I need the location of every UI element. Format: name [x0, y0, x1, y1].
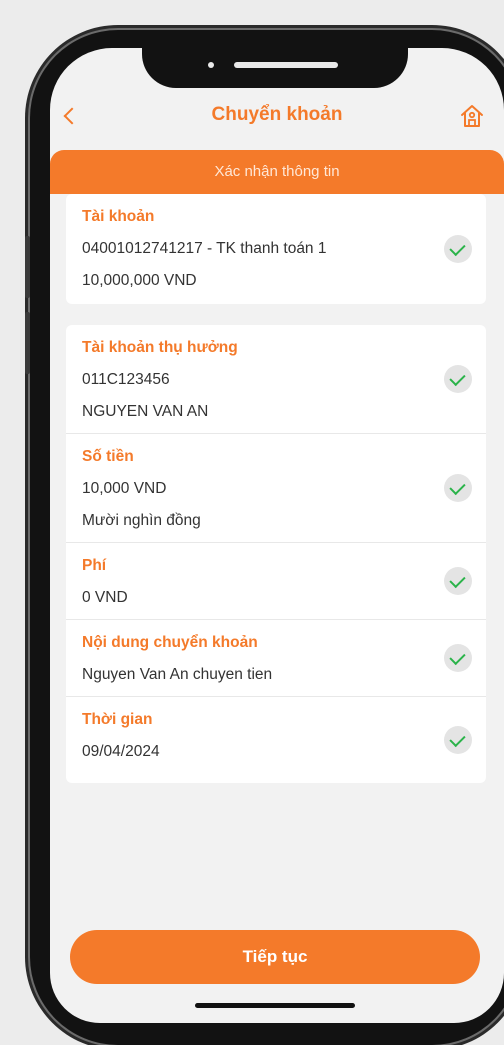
- amount-label: Số tiền: [82, 448, 134, 465]
- check-icon: [444, 235, 472, 263]
- check-icon: [444, 726, 472, 754]
- check-icon: [444, 567, 472, 595]
- beneficiary-row: Tài khoản thụ hưởng 011C123456 NGUYEN VA…: [66, 325, 486, 433]
- content-row: Nội dung chuyển khoản Nguyen Van An chuy…: [66, 619, 486, 696]
- section-banner: Xác nhận thông tin: [50, 150, 504, 194]
- beneficiary-account: 011C123456: [82, 371, 170, 388]
- time-row: Thời gian 09/04/2024: [66, 696, 486, 783]
- home-indicator: [195, 1003, 355, 1008]
- amount-in-words: Mười nghìn đồng: [82, 512, 201, 529]
- amount-row: Số tiền 10,000 VND Mười nghìn đồng: [66, 433, 486, 542]
- check-icon: [444, 474, 472, 502]
- content-label: Nội dung chuyển khoản: [82, 634, 258, 651]
- continue-button[interactable]: Tiếp tục: [70, 930, 480, 984]
- account-balance: 10,000,000 VND: [82, 272, 197, 289]
- app-screen: Chuyển khoản Xác nhận thông tin Tài khoả…: [50, 48, 504, 1023]
- time-value: 09/04/2024: [82, 743, 160, 760]
- home-icon[interactable]: [458, 102, 486, 130]
- fee-label: Phí: [82, 557, 107, 574]
- account-label: Tài khoản: [82, 208, 155, 225]
- speaker-bar: [234, 62, 338, 68]
- fee-value: 0 VND: [82, 589, 128, 606]
- phone-side-button: [25, 236, 30, 298]
- check-icon: [444, 644, 472, 672]
- content-value: Nguyen Van An chuyen tien: [82, 666, 273, 683]
- phone-side-button: [25, 312, 30, 374]
- beneficiary-name: NGUYEN VAN AN: [82, 403, 209, 420]
- fee-row: Phí 0 VND: [66, 542, 486, 619]
- app-header: Chuyển khoản: [50, 88, 504, 148]
- account-number: 04001012741217 - TK thanh toán 1: [82, 240, 327, 257]
- account-row: Tài khoản 04001012741217 - TK thanh toán…: [66, 194, 486, 304]
- beneficiary-label: Tài khoản thụ hưởng: [82, 339, 238, 356]
- amount-value: 10,000 VND: [82, 480, 167, 497]
- camera-dot: [208, 62, 214, 68]
- transfer-details-card: Tài khoản thụ hưởng 011C123456 NGUYEN VA…: [66, 325, 486, 783]
- time-label: Thời gian: [82, 711, 153, 728]
- page-title: Chuyển khoản: [211, 104, 343, 125]
- notch: [142, 48, 408, 88]
- check-icon: [444, 365, 472, 393]
- source-account-card: Tài khoản 04001012741217 - TK thanh toán…: [66, 194, 486, 304]
